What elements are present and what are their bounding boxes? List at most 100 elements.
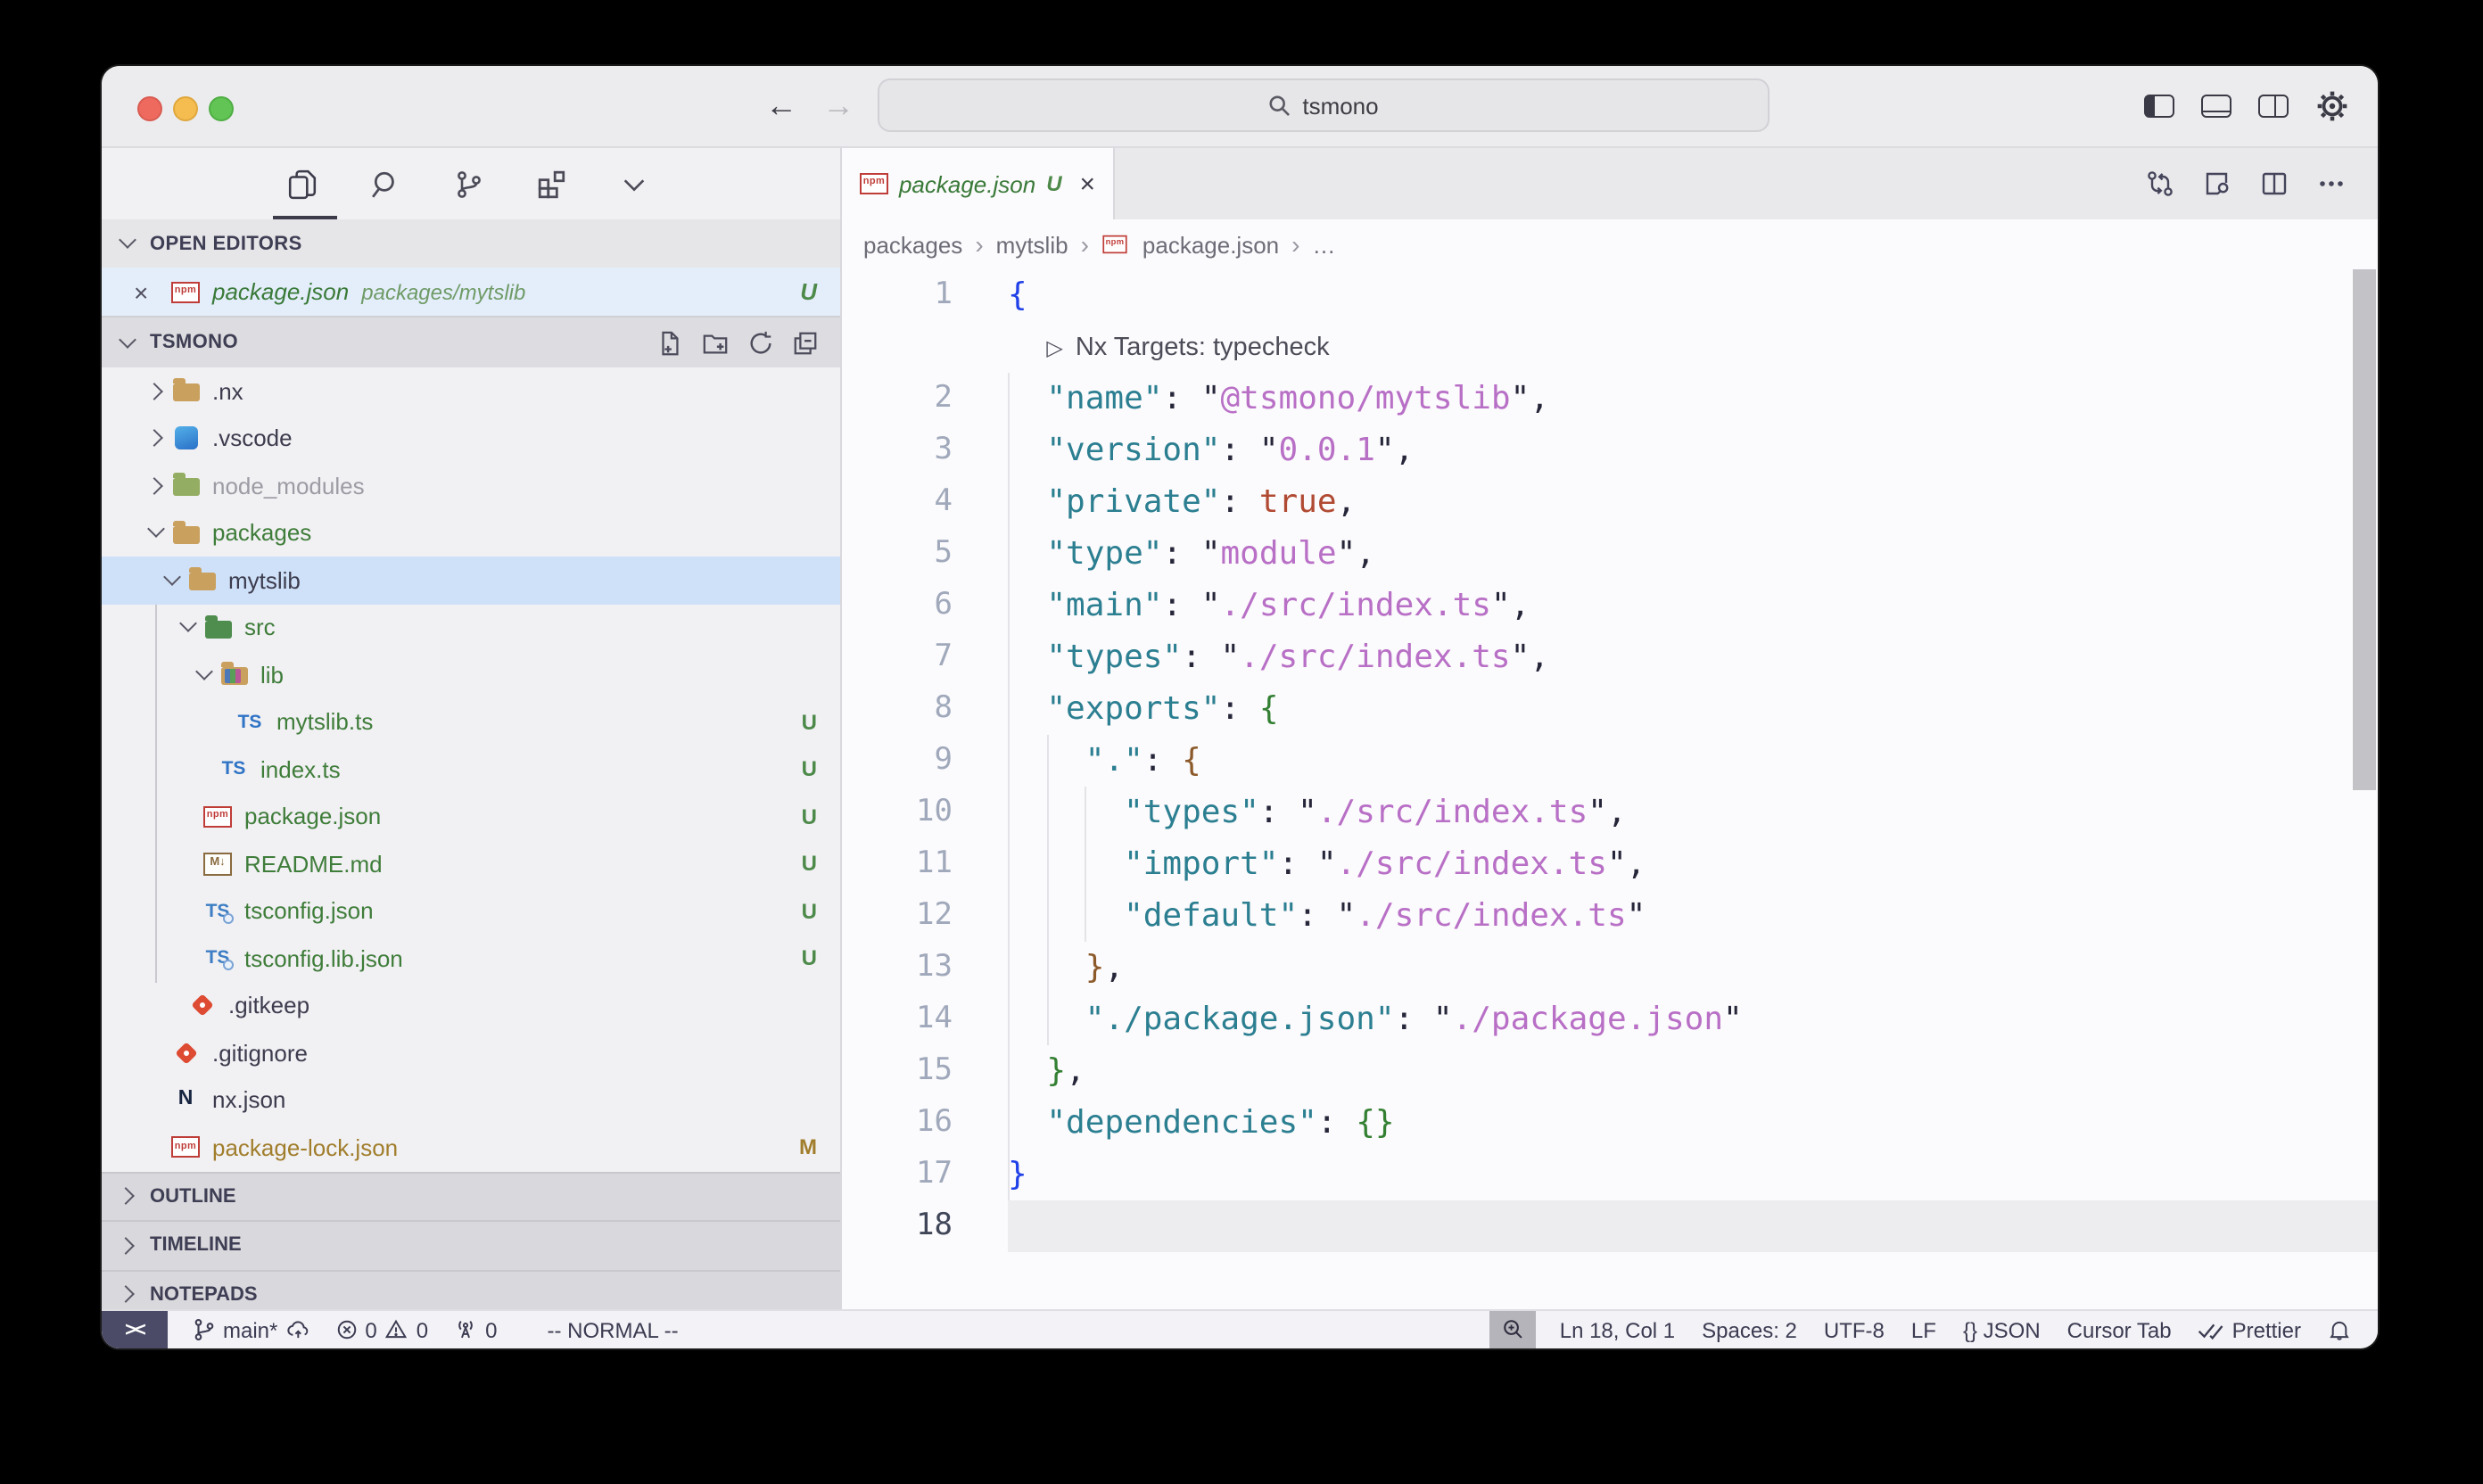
source-control-tab-icon[interactable] [455, 169, 483, 199]
indentation-status[interactable]: Spaces: 2 [1702, 1317, 1797, 1342]
code-line-11[interactable]: 11 "import": "./src/index.ts", [842, 838, 2378, 890]
zoom-window-button[interactable] [209, 96, 234, 121]
formatter-status[interactable]: Prettier [2198, 1317, 2301, 1342]
code-line-18[interactable]: 18 [842, 1200, 2378, 1252]
tree-item-src[interactable]: src [102, 604, 840, 651]
cursor-position-status[interactable]: Ln 18, Col 1 [1560, 1317, 1675, 1342]
encoding-status[interactable]: UTF-8 [1824, 1317, 1885, 1342]
modified-dot-badge [812, 515, 840, 551]
chevron-down-icon[interactable] [193, 662, 219, 688]
sync-cloud-icon [285, 1318, 309, 1341]
timeline-section-header[interactable]: TIMELINE [102, 1220, 840, 1269]
tree-item-nx-json[interactable]: nx.json [102, 1076, 840, 1124]
chevron-down-icon[interactable] [144, 520, 171, 547]
open-preview-icon[interactable] [2203, 169, 2231, 198]
code-line-17[interactable]: 17} [842, 1149, 2378, 1200]
tree-item-mytslib[interactable]: mytslib [102, 556, 840, 604]
chevron-down-icon[interactable] [177, 614, 203, 641]
open-changes-icon[interactable] [2146, 169, 2174, 198]
tree-item-packages[interactable]: packages [102, 509, 840, 556]
back-button[interactable]: ← [765, 82, 797, 128]
tree-item-lib[interactable]: lib [102, 651, 840, 698]
tree-item-tsconfig-lib-json[interactable]: tsconfig.lib.jsonU [102, 935, 840, 982]
tree-item-mytslib-ts[interactable]: mytslib.tsU [102, 698, 840, 746]
outline-section-header[interactable]: OUTLINE [102, 1171, 840, 1220]
breadcrumb-item[interactable]: mytslib [996, 231, 1068, 258]
tab-close-icon[interactable]: × [1080, 169, 1096, 199]
code-line-9[interactable]: 9 ".": { [842, 735, 2378, 787]
tree-item--nx[interactable]: .nx [102, 367, 840, 415]
tree-item-index-ts[interactable]: index.tsU [102, 746, 840, 793]
tree-item--gitkeep[interactable]: .gitkeep [102, 982, 840, 1029]
code-line-1[interactable]: 1{ [842, 269, 2378, 321]
chevron-right-icon[interactable] [144, 425, 171, 452]
ports-status[interactable]: 0 [453, 1317, 497, 1342]
extensions-tab-icon[interactable] [537, 169, 567, 199]
vertical-scrollbar[interactable] [2353, 269, 2376, 790]
code-line-2[interactable]: 2 "name": "@tsmono/mytslib", [842, 373, 2378, 425]
tab-package-json[interactable]: package.json U × [842, 148, 1115, 219]
tree-item-readme-md[interactable]: README.mdU [102, 840, 840, 887]
breadcrumb-item[interactable]: package.json [1143, 231, 1279, 258]
code-line-3[interactable]: 3 "version": "0.0.1", [842, 425, 2378, 476]
toggle-secondary-sidebar-button[interactable] [2258, 95, 2289, 118]
code-line-12[interactable]: 12 "default": "./src/index.ts" [842, 890, 2378, 942]
language-mode-status[interactable]: {} JSON [1963, 1317, 2041, 1342]
new-file-icon[interactable] [656, 329, 683, 356]
code-line-14[interactable]: 14 "./package.json": "./package.json" [842, 993, 2378, 1045]
eol-status[interactable]: LF [1911, 1317, 1936, 1342]
tree-item--gitignore[interactable]: .gitignore [102, 1029, 840, 1076]
tree-item--vscode[interactable]: .vscode [102, 415, 840, 462]
code-line-7[interactable]: 7 "types": "./src/index.ts", [842, 631, 2378, 683]
code-line-13[interactable]: 13 }, [842, 942, 2378, 993]
new-folder-icon[interactable] [701, 329, 730, 356]
remote-indicator[interactable]: >< [102, 1311, 168, 1348]
explorer-section-header[interactable]: TSMONO [102, 316, 840, 367]
code-line-16[interactable]: 16 "dependencies": {} [842, 1097, 2378, 1149]
line-content: "version": "0.0.1", [1008, 425, 2378, 476]
breadcrumb-separator: › [1291, 230, 1299, 259]
code-line-8[interactable]: 8 "exports": { [842, 683, 2378, 735]
cursor-tab-status[interactable]: Cursor Tab [2067, 1317, 2172, 1342]
chevron-right-icon[interactable] [144, 378, 171, 405]
tree-item-package-json[interactable]: package.jsonU [102, 793, 840, 840]
search-tab-icon[interactable] [371, 169, 401, 199]
close-editor-icon[interactable]: × [134, 277, 159, 306]
problems-status[interactable]: 0 0 [334, 1317, 428, 1342]
notifications-bell[interactable] [2328, 1318, 2351, 1341]
tree-item-tsconfig-json[interactable]: tsconfig.jsonU [102, 887, 840, 935]
open-editor-item[interactable]: × package.json packages/mytslib U [102, 268, 840, 316]
breadcrumb-item[interactable]: … [1313, 231, 1336, 258]
git-branch-status[interactable]: main* [193, 1317, 309, 1342]
collapse-all-icon[interactable] [792, 329, 819, 356]
code-line-15[interactable]: 15 }, [842, 1045, 2378, 1097]
code-editor[interactable]: 1{▷Nx Targets: typecheck2 "name": "@tsmo… [842, 269, 2378, 1309]
codelens-nx-targets[interactable]: ▷Nx Targets: typecheck [842, 321, 2378, 373]
toggle-panel-button[interactable] [2201, 95, 2231, 118]
code-line-6[interactable]: 6 "main": "./src/index.ts", [842, 580, 2378, 631]
vim-mode-indicator[interactable]: -- NORMAL -- [548, 1317, 679, 1342]
forward-button[interactable]: → [822, 82, 854, 128]
close-window-button[interactable] [137, 96, 162, 121]
code-line-10[interactable]: 10 "types": "./src/index.ts", [842, 787, 2378, 838]
open-editors-header[interactable]: OPEN EDITORS [102, 219, 840, 268]
split-editor-icon[interactable] [2260, 169, 2289, 198]
chevron-down-icon[interactable] [161, 567, 187, 594]
status-bar: >< main* 0 0 0 -- NORMAL -- Ln 18, Col 1… [102, 1309, 2378, 1348]
tree-item-node-modules[interactable]: node_modules [102, 462, 840, 509]
more-views-chevron-icon[interactable] [621, 170, 648, 197]
more-actions-icon[interactable] [2317, 169, 2346, 198]
toggle-primary-sidebar-button[interactable] [2144, 95, 2174, 118]
code-line-5[interactable]: 5 "type": "module", [842, 528, 2378, 580]
minimize-window-button[interactable] [173, 96, 198, 121]
bell-icon [2328, 1318, 2351, 1341]
refresh-icon[interactable] [747, 329, 774, 356]
explorer-tab-icon[interactable] [287, 169, 318, 199]
code-line-4[interactable]: 4 "private": true, [842, 476, 2378, 528]
tree-item-package-lock-json[interactable]: package-lock.jsonM [102, 1124, 840, 1171]
breadcrumb-item[interactable]: packages [863, 231, 962, 258]
zoom-status-button[interactable] [1490, 1311, 1537, 1348]
command-center-search[interactable]: tsmono [878, 78, 1769, 132]
settings-gear-icon[interactable] [2315, 89, 2349, 123]
chevron-right-icon[interactable] [144, 473, 171, 499]
